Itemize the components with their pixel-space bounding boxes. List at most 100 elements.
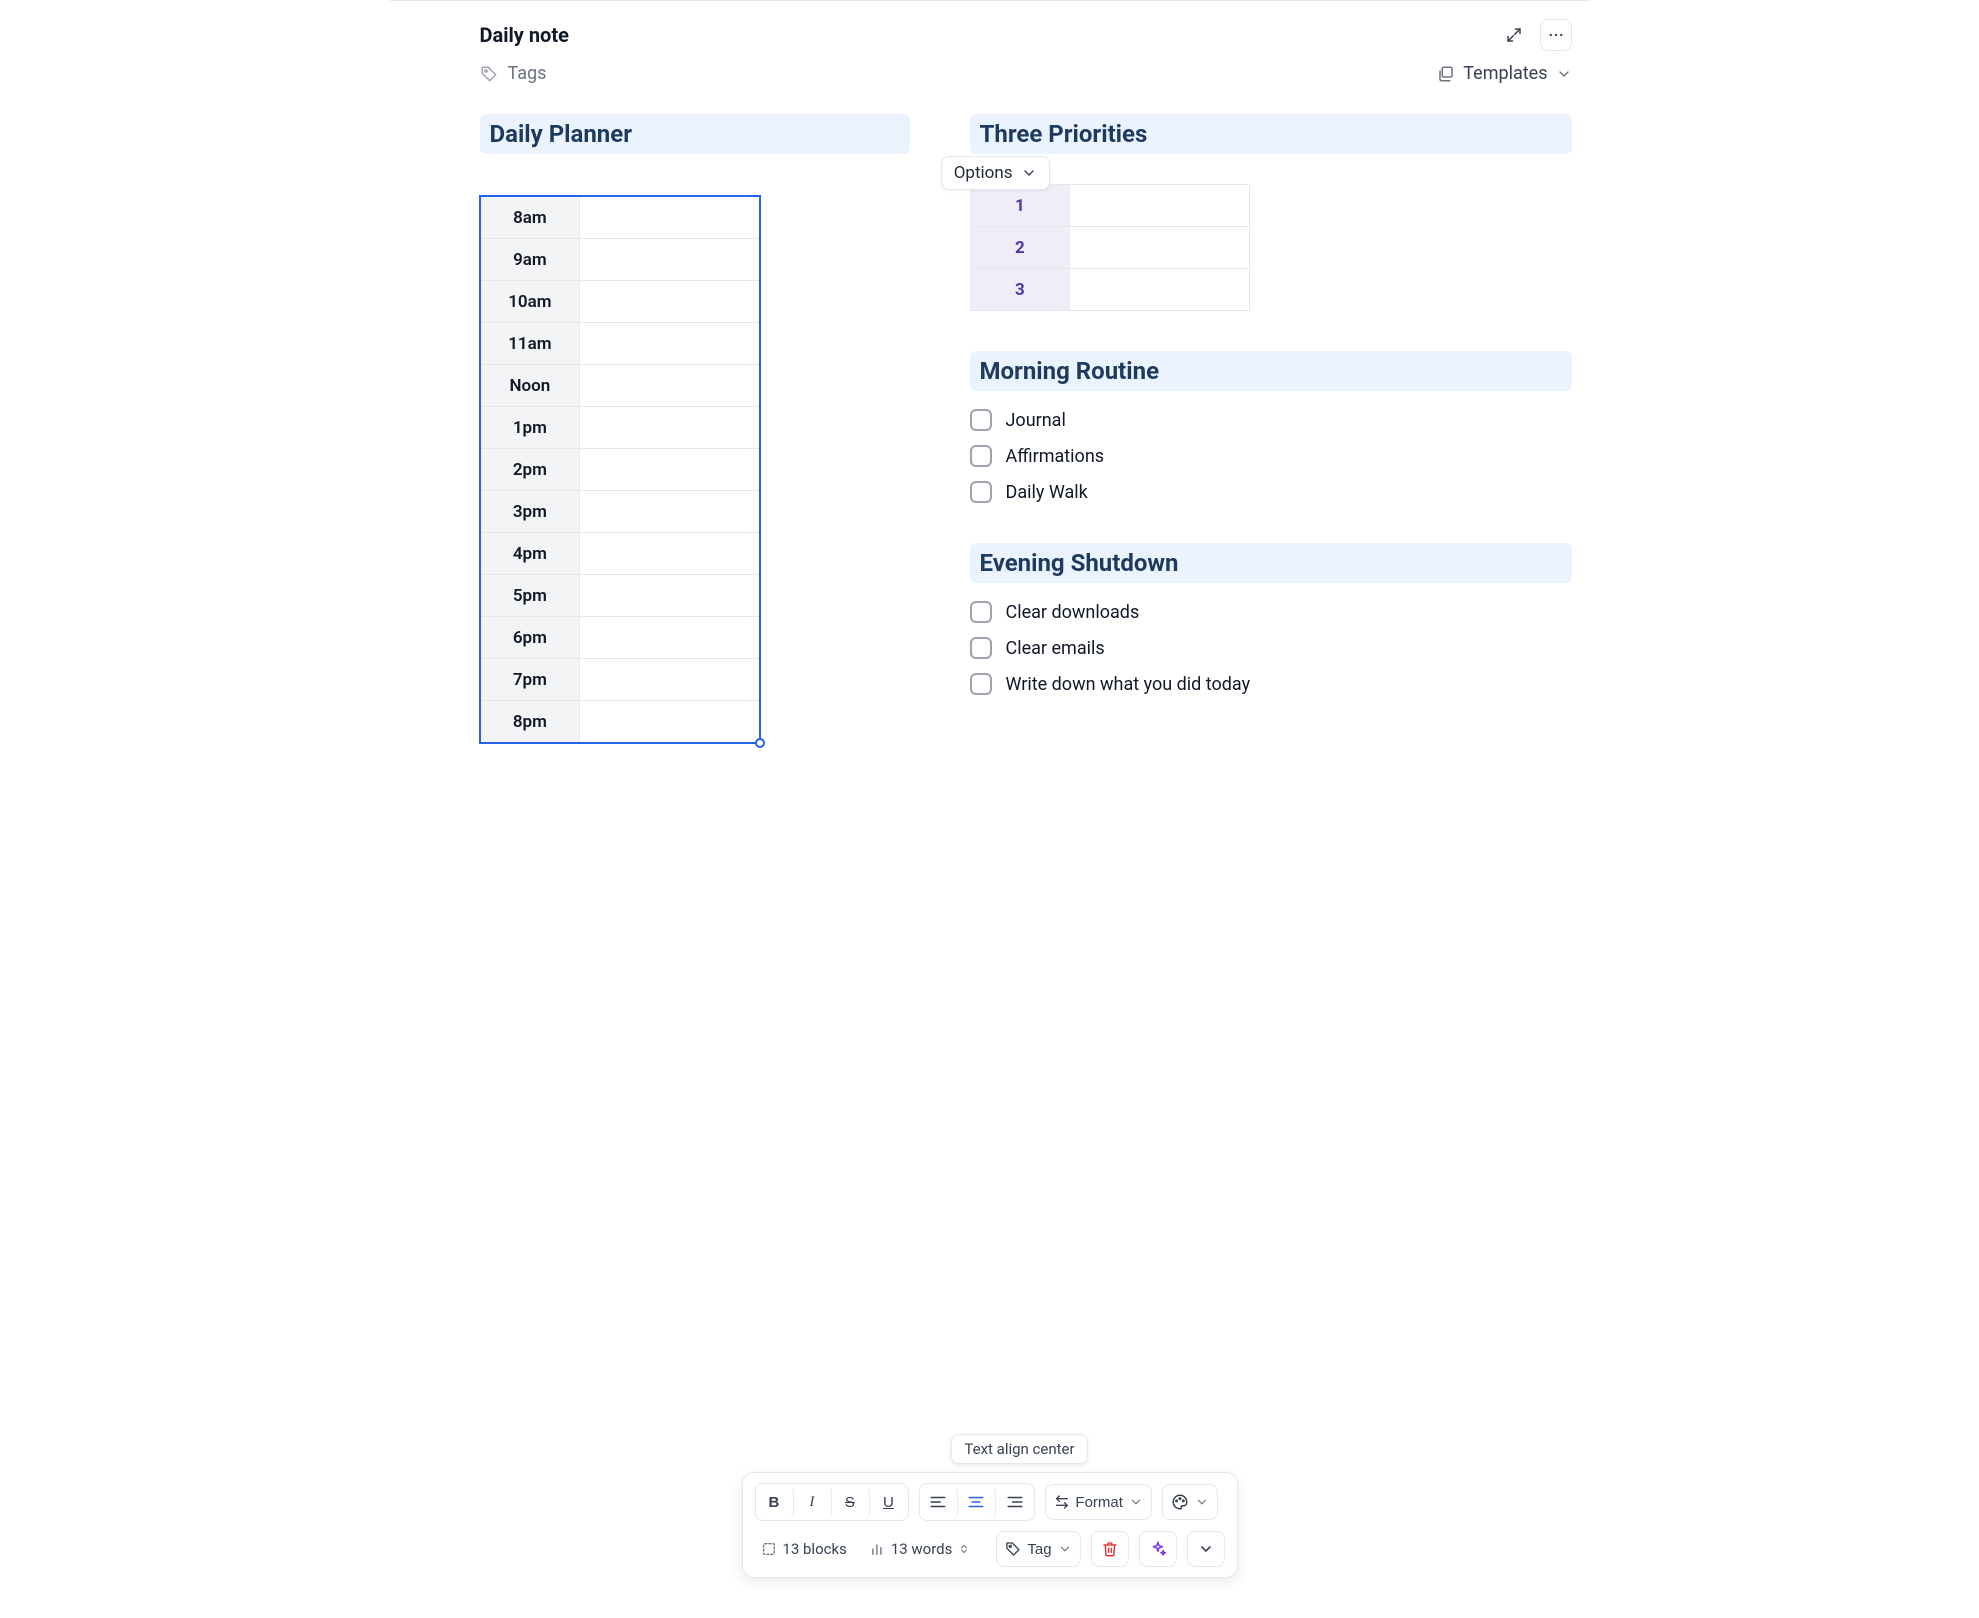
checklist-label[interactable]: Journal (1006, 410, 1066, 431)
italic-button[interactable]: I (793, 1484, 831, 1520)
priority-slot-cell[interactable] (1070, 227, 1249, 269)
checklist-label[interactable]: Clear emails (1006, 638, 1105, 659)
checklist-label[interactable]: Affirmations (1006, 446, 1105, 467)
daily-planner-heading[interactable]: Daily Planner (480, 114, 910, 154)
planner-time-cell[interactable]: 2pm (480, 449, 580, 491)
priority-slot-cell[interactable] (1070, 185, 1249, 227)
evening-shutdown-heading[interactable]: Evening Shutdown (970, 543, 1572, 583)
planner-slot-cell[interactable] (580, 491, 759, 533)
planner-time-cell[interactable]: 5pm (480, 575, 580, 617)
underline-icon: U (883, 1494, 894, 1511)
list-item: Clear downloads (970, 601, 1572, 623)
planner-slot-cell[interactable] (580, 197, 759, 239)
checkbox[interactable] (970, 601, 992, 623)
checklist-label[interactable]: Clear downloads (1006, 602, 1140, 623)
planner-time-cell[interactable]: 11am (480, 323, 580, 365)
table-row: 2pm (480, 449, 759, 491)
planner-slot-cell[interactable] (580, 533, 759, 575)
table-row: Noon (480, 365, 759, 407)
expand-icon[interactable] (1498, 19, 1530, 51)
planner-slot-cell[interactable] (580, 659, 759, 701)
more-menu-button[interactable] (1540, 19, 1572, 51)
list-item: Daily Walk (970, 481, 1572, 503)
color-button[interactable] (1162, 1484, 1218, 1520)
planner-time-cell[interactable]: 6pm (480, 617, 580, 659)
tag-label: Tag (1027, 1541, 1051, 1558)
tag-button[interactable]: Tag (996, 1531, 1080, 1567)
words-count[interactable]: 13 words (863, 1540, 977, 1558)
priorities-table[interactable]: 1 2 3 (970, 184, 1250, 311)
planner-time-cell[interactable]: 8pm (480, 701, 580, 743)
planner-time-cell[interactable]: 3pm (480, 491, 580, 533)
templates-label: Templates (1463, 63, 1547, 84)
priority-num-cell[interactable]: 2 (970, 227, 1070, 269)
table-row: 8am (480, 197, 759, 239)
three-priorities-heading[interactable]: Three Priorities (970, 114, 1572, 154)
checklist-label[interactable]: Write down what you did today (1006, 674, 1251, 695)
planner-slot-cell[interactable] (580, 407, 759, 449)
planner-slot-cell[interactable] (580, 239, 759, 281)
templates-button[interactable]: Templates (1437, 63, 1571, 84)
planner-time-cell[interactable]: 4pm (480, 533, 580, 575)
strikethrough-button[interactable]: S (831, 1484, 869, 1520)
blocks-count: 13 blocks (754, 1540, 852, 1558)
priority-num-cell[interactable]: 3 (970, 269, 1070, 311)
table-row: 5pm (480, 575, 759, 617)
planner-slot-cell[interactable] (580, 281, 759, 323)
tag-icon (1005, 1541, 1021, 1557)
table-row: 1pm (480, 407, 759, 449)
options-label: Options (954, 163, 1013, 183)
bold-icon: B (769, 1494, 780, 1511)
planner-slot-cell[interactable] (580, 449, 759, 491)
align-right-button[interactable] (995, 1484, 1033, 1520)
underline-button[interactable]: U (869, 1484, 907, 1520)
align-center-button[interactable] (957, 1484, 995, 1520)
page-title[interactable]: Daily note (480, 23, 569, 47)
priority-num-cell[interactable]: 1 (970, 185, 1070, 227)
priority-slot-cell[interactable] (1070, 269, 1249, 311)
checkbox[interactable] (970, 481, 992, 503)
planner-time-cell[interactable]: 1pm (480, 407, 580, 449)
sparkle-icon (1149, 1540, 1167, 1558)
trash-icon (1102, 1541, 1118, 1557)
words-label: 13 words (891, 1540, 953, 1558)
align-left-icon (929, 1493, 947, 1511)
checklist-label[interactable]: Daily Walk (1006, 482, 1088, 503)
planner-slot-cell[interactable] (580, 575, 759, 617)
chevron-down-icon (1556, 66, 1572, 82)
table-row: 4pm (480, 533, 759, 575)
table-row: 10am (480, 281, 759, 323)
planner-time-cell[interactable]: 7pm (480, 659, 580, 701)
selection-handle[interactable] (755, 738, 765, 748)
ai-button[interactable] (1139, 1531, 1177, 1567)
planner-slot-cell[interactable] (580, 701, 759, 743)
planner-slot-cell[interactable] (580, 617, 759, 659)
floating-toolbar: B I S U Format (741, 1472, 1237, 1578)
planner-time-cell[interactable]: Noon (480, 365, 580, 407)
tags-button[interactable]: Tags (480, 63, 547, 84)
checkbox[interactable] (970, 673, 992, 695)
more-toolbar-button[interactable] (1187, 1531, 1225, 1567)
planner-time-cell[interactable]: 9am (480, 239, 580, 281)
table-row: 6pm (480, 617, 759, 659)
checkbox[interactable] (970, 637, 992, 659)
planner-slot-cell[interactable] (580, 365, 759, 407)
morning-routine-heading[interactable]: Morning Routine (970, 351, 1572, 391)
table-options-button[interactable]: Options (941, 156, 1050, 190)
delete-button[interactable] (1091, 1531, 1129, 1567)
table-row: 3 (970, 269, 1249, 311)
blocks-label: 13 blocks (782, 1540, 846, 1558)
planner-time-cell[interactable]: 8am (480, 197, 580, 239)
checkbox[interactable] (970, 409, 992, 431)
checkbox[interactable] (970, 445, 992, 467)
table-row: 7pm (480, 659, 759, 701)
planner-slot-cell[interactable] (580, 323, 759, 365)
align-left-button[interactable] (919, 1484, 957, 1520)
daily-planner-table[interactable]: 8am 9am 10am 11am Noon 1pm 2pm 3pm 4pm 5… (480, 196, 760, 743)
format-button[interactable]: Format (1044, 1484, 1152, 1520)
bold-button[interactable]: B (755, 1484, 793, 1520)
format-label: Format (1075, 1494, 1123, 1511)
planner-time-cell[interactable]: 10am (480, 281, 580, 323)
sort-icon (958, 1543, 970, 1555)
chevron-down-icon (1198, 1541, 1214, 1557)
